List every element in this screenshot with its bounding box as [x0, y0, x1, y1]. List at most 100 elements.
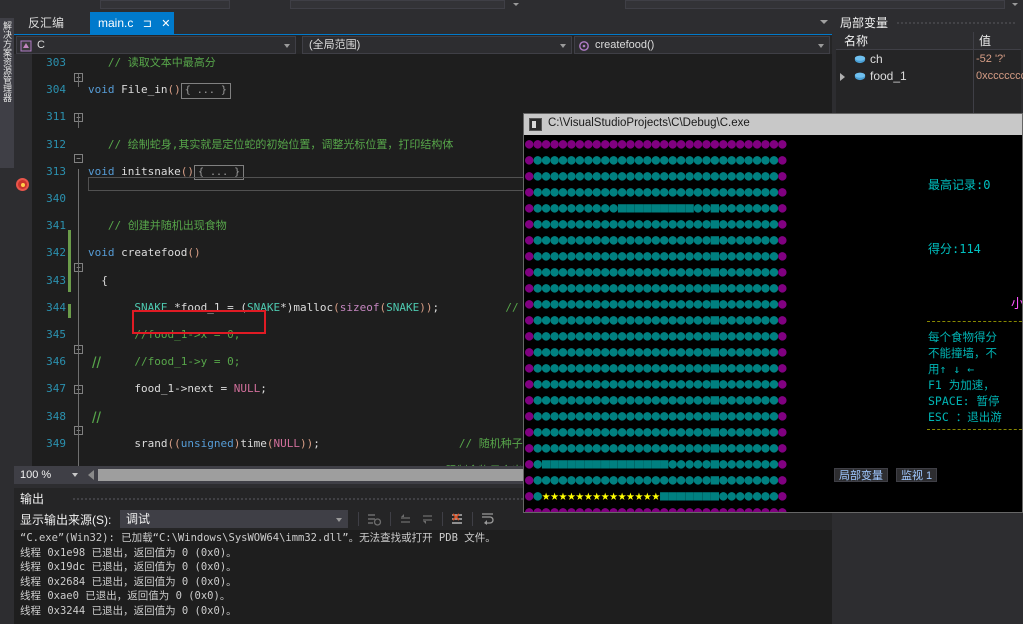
tab-disassembly-label: 反汇编 [28, 16, 65, 30]
toolbar-combo-2[interactable] [290, 0, 505, 9]
board-cell: ● [533, 392, 542, 408]
game-board-row: ●●■■■■■■■■■■■■■■■●●●●●■●●●●●●●● [525, 456, 787, 472]
board-cell: ● [761, 376, 770, 392]
variable-value[interactable]: -52 '?' [976, 51, 1023, 68]
column-header-name[interactable]: 名称 [844, 32, 868, 50]
console-title-bar[interactable]: C:\VisualStudioProjects\C\Debug\C.exe [524, 114, 1022, 135]
tab-overflow-icon[interactable] [820, 20, 828, 24]
chevron-down-icon[interactable] [72, 473, 78, 477]
board-cell: ● [761, 408, 770, 424]
board-cell: ● [575, 344, 585, 360]
output-pane-title: 输出 [20, 492, 45, 506]
zoom-level-dropdown[interactable]: 100 % [16, 467, 84, 483]
board-cell: ● [685, 184, 694, 200]
find-message-icon[interactable] [366, 511, 382, 527]
board-cell: ● [702, 472, 711, 488]
chevron-down-icon[interactable] [284, 44, 290, 48]
rule-line-1: 每个食物得分 [928, 330, 997, 344]
board-cell: ● [592, 328, 601, 344]
board-cell: ● [668, 456, 677, 472]
board-cell: ● [685, 312, 694, 328]
toolbar-caret-icon[interactable] [513, 3, 519, 6]
board-cell: ● [702, 168, 711, 184]
board-cell: ● [634, 408, 644, 424]
board-cell: ● [685, 360, 694, 376]
board-cell-square: ■ [592, 456, 601, 472]
fold-guide-line [78, 114, 79, 128]
board-cell: ● [769, 280, 779, 296]
go-to-previous-icon[interactable] [398, 511, 414, 527]
tab-locals[interactable]: 局部变量 [834, 468, 888, 482]
tab-main-c[interactable]: main.c ⊐ ✕ [90, 12, 175, 35]
board-cell-square: ■ [634, 200, 644, 216]
toggle-word-wrap-icon[interactable] [480, 511, 496, 527]
chevron-down-icon[interactable] [818, 44, 824, 48]
board-cell: ● [769, 488, 779, 504]
board-cell: ● [685, 264, 694, 280]
board-cell: ● [769, 456, 779, 472]
board-cell: ● [651, 280, 660, 296]
column-header-value[interactable]: 值 [979, 32, 991, 50]
board-cell: ● [752, 408, 762, 424]
close-icon[interactable]: ✕ [161, 13, 170, 35]
board-cell: ● [550, 264, 559, 280]
chevron-down-icon[interactable] [336, 518, 342, 522]
wall-cell: ● [643, 504, 652, 512]
member-scope-dropdown[interactable]: (全局范围) [302, 36, 572, 54]
tab-disassembly[interactable]: 反汇编 [20, 12, 73, 34]
board-cell: ● [685, 392, 694, 408]
board-cell-square: ■ [575, 456, 585, 472]
game-board-row: ●●●●●●●●●●●●●●●●●●●●●●■●●●●●●●● [525, 328, 787, 344]
snake-segment: ★ [634, 488, 644, 504]
board-cell: ● [575, 392, 585, 408]
board-cell: ● [592, 232, 601, 248]
wall-cell: ● [778, 264, 787, 280]
hscroll-left-arrow-icon[interactable] [88, 470, 94, 480]
board-cell: ● [592, 152, 601, 168]
code-token: sizeof [339, 300, 380, 314]
chevron-down-icon[interactable] [560, 44, 566, 48]
board-cell: ● [727, 248, 736, 264]
board-cell: ● [651, 184, 660, 200]
board-cell: ● [617, 424, 627, 440]
expand-arrow-icon[interactable] [840, 73, 845, 81]
board-cell: ● [558, 472, 568, 488]
clear-all-icon[interactable] [450, 511, 466, 527]
go-to-next-icon[interactable] [420, 511, 436, 527]
code-line[interactable]: 303 // 读取文本中最高分 [14, 56, 832, 70]
breakpoint-icon[interactable] [16, 178, 29, 192]
board-cell: ● [769, 264, 779, 280]
board-cell: ● [761, 312, 770, 328]
collapsed-block[interactable]: { ... } [180, 83, 231, 99]
game-board-row: ●●●●●●●●●●●●●●●●●●●●●●■●●●●●●●● [525, 312, 787, 328]
output-source-dropdown[interactable]: 调试 [120, 510, 348, 528]
toolbar-combo-1[interactable] [100, 0, 230, 9]
variable-value[interactable]: 0xcccccccc [976, 68, 1023, 85]
vertical-tab-solution-explorer[interactable]: 解决方案资源管理器 [0, 18, 14, 168]
snake-segment: ★ [567, 488, 576, 504]
board-cell: ● [719, 184, 728, 200]
console-window[interactable]: C:\VisualStudioProjects\C\Debug\C.exe ●●… [523, 113, 1023, 513]
board-cell: ● [769, 360, 779, 376]
board-cell: ● [575, 312, 585, 328]
toolbar-combo-3[interactable] [625, 0, 1005, 9]
wall-cell: ● [752, 136, 762, 152]
code-line[interactable]: 304 void File_in(){ ... } [14, 83, 832, 99]
board-cell: ● [643, 376, 652, 392]
function-scope-dropdown[interactable]: createfood() [574, 36, 830, 54]
tab-watch-1[interactable]: 监视 1 [896, 468, 938, 482]
board-cell: ● [567, 328, 576, 344]
board-cell: ● [558, 216, 568, 232]
collapse-fold-icon[interactable]: − [74, 154, 83, 164]
board-cell: ● [584, 152, 593, 168]
board-cell: ● [668, 408, 677, 424]
board-cell: ● [626, 168, 635, 184]
code-token: )) [419, 300, 433, 314]
board-cell: ● [617, 408, 627, 424]
project-scope-dropdown[interactable]: C [16, 36, 296, 54]
game-board-row: ●●●●●●●●●●●●●●●●●●●●●●●●●●●●●●● [525, 152, 787, 168]
pin-icon[interactable]: ⊐ [143, 13, 152, 35]
table-row[interactable]: ch -52 '?' [836, 51, 1021, 68]
table-row[interactable]: food_1 0xcccccccc [836, 68, 1023, 85]
toolbar-overflow-icon[interactable] [1012, 3, 1018, 6]
